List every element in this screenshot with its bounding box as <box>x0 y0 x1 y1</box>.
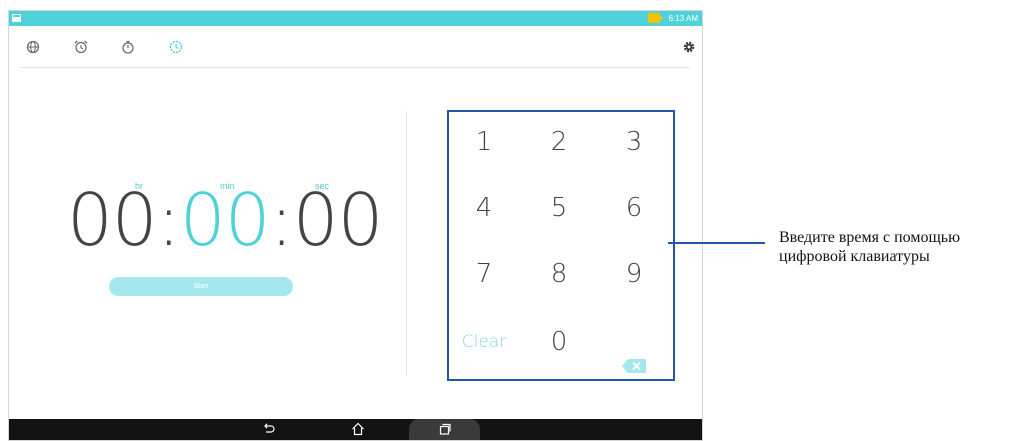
notification-icon <box>12 14 21 22</box>
seconds-value: 00 <box>292 178 384 262</box>
back-icon[interactable] <box>262 422 276 436</box>
clock-toolbar <box>9 26 702 68</box>
time-colon: : <box>269 178 294 262</box>
key-6[interactable]: 6 <box>599 178 669 238</box>
key-3[interactable]: 3 <box>599 112 669 172</box>
key-0[interactable]: 0 <box>524 312 594 372</box>
tablet-screen: 6:13 AM hr min sec 00:00:00 Start 1 2 3 … <box>8 10 703 441</box>
key-8[interactable]: 8 <box>524 244 594 304</box>
key-5[interactable]: 5 <box>524 178 594 238</box>
minutes-value: 00 <box>179 178 271 262</box>
time-colon: : <box>156 178 181 262</box>
key-9[interactable]: 9 <box>599 244 669 304</box>
timer-display: 00:00:00 <box>67 178 383 262</box>
key-2[interactable]: 2 <box>524 112 594 172</box>
numeric-keypad: 1 2 3 4 5 6 7 8 9 Clear 0 <box>447 110 675 381</box>
settings-icon[interactable] <box>682 40 696 54</box>
timer-panel: hr min sec 00:00:00 Start <box>9 68 404 373</box>
panel-divider <box>406 111 407 376</box>
recents-icon[interactable] <box>438 422 452 436</box>
callout-line-1: Введите время с помощью <box>779 229 961 246</box>
callout-line-2: цифровой клавиатуры <box>779 248 930 265</box>
start-button[interactable]: Start <box>109 277 293 296</box>
hours-value: 00 <box>67 178 158 262</box>
key-4[interactable]: 4 <box>449 178 519 238</box>
battery-charging-icon <box>648 13 662 23</box>
callout-caption: Введите время с помощью цифровой клавиат… <box>779 228 1022 266</box>
callout-connector <box>668 242 765 244</box>
backspace-icon <box>622 335 646 373</box>
stopwatch-icon[interactable] <box>121 40 135 54</box>
timer-icon[interactable] <box>169 40 183 54</box>
alarm-icon[interactable] <box>74 40 88 54</box>
clear-button[interactable]: Clear <box>449 312 519 372</box>
home-icon[interactable] <box>351 422 365 436</box>
world-clock-icon[interactable] <box>26 40 40 54</box>
backspace-button[interactable] <box>599 312 669 373</box>
status-bar: 6:13 AM <box>9 11 702 26</box>
key-7[interactable]: 7 <box>449 244 519 304</box>
navigation-bar <box>9 419 702 440</box>
key-1[interactable]: 1 <box>449 112 519 172</box>
status-time: 6:13 AM <box>668 14 698 23</box>
